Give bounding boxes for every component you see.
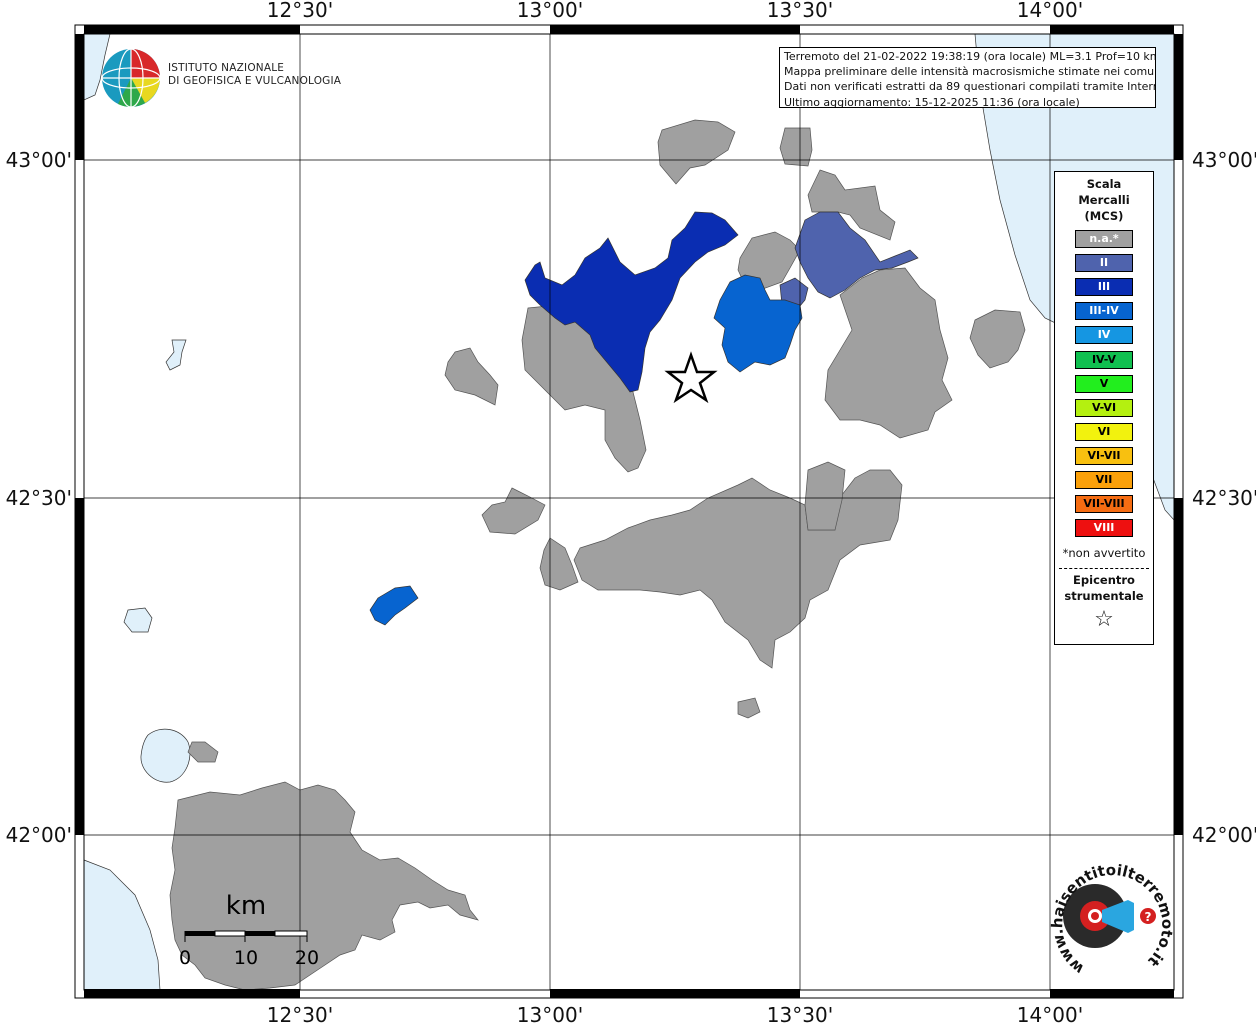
logo-question-mark: ? <box>1145 910 1152 924</box>
lon-label-top: 13°30' <box>767 0 833 22</box>
scale-segment <box>245 931 275 936</box>
lon-label-top: 14°00' <box>1017 0 1083 22</box>
municipality <box>444 347 499 406</box>
legend-separator <box>1059 568 1149 569</box>
frame-segment <box>75 34 84 160</box>
info-line1: Terremoto del 21-02-2022 19:38:19 (ora l… <box>784 50 1156 63</box>
sea-tyrrhenian <box>83 859 161 991</box>
municipality <box>539 537 579 591</box>
frame-segment <box>75 498 84 835</box>
lat-label-left: 43°00' <box>6 148 72 172</box>
frame-segment <box>84 25 300 34</box>
ingv-line1: ISTITUTO NAZIONALE <box>168 62 285 74</box>
haisentito-logo-icon: ? www.haisentitoilterremoto.it <box>1048 861 1176 978</box>
legend-swatch: VIII <box>1075 519 1133 538</box>
ingv-logo-icon <box>101 48 161 108</box>
logo-red-center <box>1091 912 1099 920</box>
legend-swatch: II <box>1075 254 1133 273</box>
legend-epicenter-label: Epicentro strumentale <box>1055 572 1153 604</box>
scale-segment <box>274 930 308 937</box>
lake-vico <box>140 728 191 783</box>
lon-label-top: 13°00' <box>517 0 583 22</box>
lat-label-left: 42°30' <box>6 486 72 510</box>
lon-label-bottom: 13°30' <box>767 1003 833 1024</box>
lon-label-bottom: 14°00' <box>1017 1003 1083 1024</box>
lon-label-bottom: 13°00' <box>517 1003 583 1024</box>
frame-segment <box>84 989 300 998</box>
municipality <box>824 267 953 439</box>
scale-segment <box>185 931 215 936</box>
frame-segment <box>1050 989 1174 998</box>
epicenter-star-icon <box>664 351 718 404</box>
scale-unit: km <box>226 891 266 921</box>
legend-swatch: III <box>1075 278 1133 297</box>
info-line2: Mappa preliminare delle intensità macros… <box>784 65 1156 79</box>
earthquake-info-box: Terremoto del 21-02-2022 19:38:19 (ora l… <box>779 47 1156 108</box>
lake-small <box>123 607 153 633</box>
municipality <box>481 487 546 535</box>
lat-label-right: 43°00' <box>1192 148 1256 172</box>
lat-label-left: 42°00' <box>6 823 72 847</box>
frame-segment <box>550 25 800 34</box>
frame-segment <box>1174 498 1183 835</box>
legend-swatch: VII <box>1075 471 1133 489</box>
legend-swatch: VI <box>1075 422 1133 441</box>
municipality <box>969 309 1026 369</box>
scale-tick: 0 <box>179 947 191 969</box>
legend-swatch: VII-VIII <box>1075 495 1133 514</box>
frame-segment <box>1050 25 1174 34</box>
lon-label-bottom: 12°30' <box>267 1003 333 1024</box>
frame-segment <box>1174 34 1183 160</box>
municipality <box>573 469 903 669</box>
legend-title-line3: (MCS) <box>1084 209 1124 223</box>
ingv-globe-segment <box>131 49 160 78</box>
legend-mcs-scale: Scala Mercalli (MCS) n.a.* II III III-IV IV I… <box>1054 171 1154 645</box>
legend-title-line1: Scala <box>1086 177 1122 191</box>
legend-swatch: IV <box>1075 326 1133 345</box>
lon-label-top: 12°30' <box>267 0 333 22</box>
legend-swatch: VI-VII <box>1075 446 1133 465</box>
info-line4: Ultimo aggiornamento: 15-12-2025 11:36 (… <box>784 95 1080 108</box>
legend-title-line2: Mercalli <box>1078 193 1130 207</box>
legend-swatch: III-IV <box>1075 302 1133 321</box>
legend-star-icon: ☆ <box>1094 607 1114 632</box>
star-icon <box>664 351 718 404</box>
legend-swatch: IV-V <box>1075 350 1133 369</box>
legend-note: *non avvertito <box>1062 546 1146 560</box>
legend-swatch: V <box>1075 374 1133 393</box>
legend-swatch: V-VI <box>1075 398 1133 417</box>
ingv-line2: DI GEOFISICA E VULCANOLOGIA <box>168 74 342 87</box>
scale-tick: 10 <box>234 947 258 969</box>
info-line3: Dati non verificati estratti da 89 quest… <box>784 80 1156 94</box>
lat-label-right: 42°00' <box>1192 823 1256 847</box>
municipality <box>657 119 736 185</box>
lake-piediluco <box>165 339 187 371</box>
municipality <box>169 781 479 991</box>
legend-epicenter-line2: strumentale <box>1064 589 1144 603</box>
legend-epicenter-line1: Epicentro <box>1073 573 1135 587</box>
municipality <box>737 697 761 719</box>
ingv-logo-text: ISTITUTO NAZIONALE DI GEOFISICA E VULCAN… <box>168 62 341 87</box>
lat-label-right: 42°30' <box>1192 486 1256 510</box>
scale-segment <box>214 930 246 937</box>
legend-title: Scala Mercalli (MCS) <box>1055 176 1153 224</box>
legend-swatch: n.a.* <box>1075 230 1133 248</box>
municipality <box>369 585 419 626</box>
municipality <box>187 741 219 763</box>
scale-tick: 20 <box>295 947 319 969</box>
frame-segment <box>550 989 800 998</box>
